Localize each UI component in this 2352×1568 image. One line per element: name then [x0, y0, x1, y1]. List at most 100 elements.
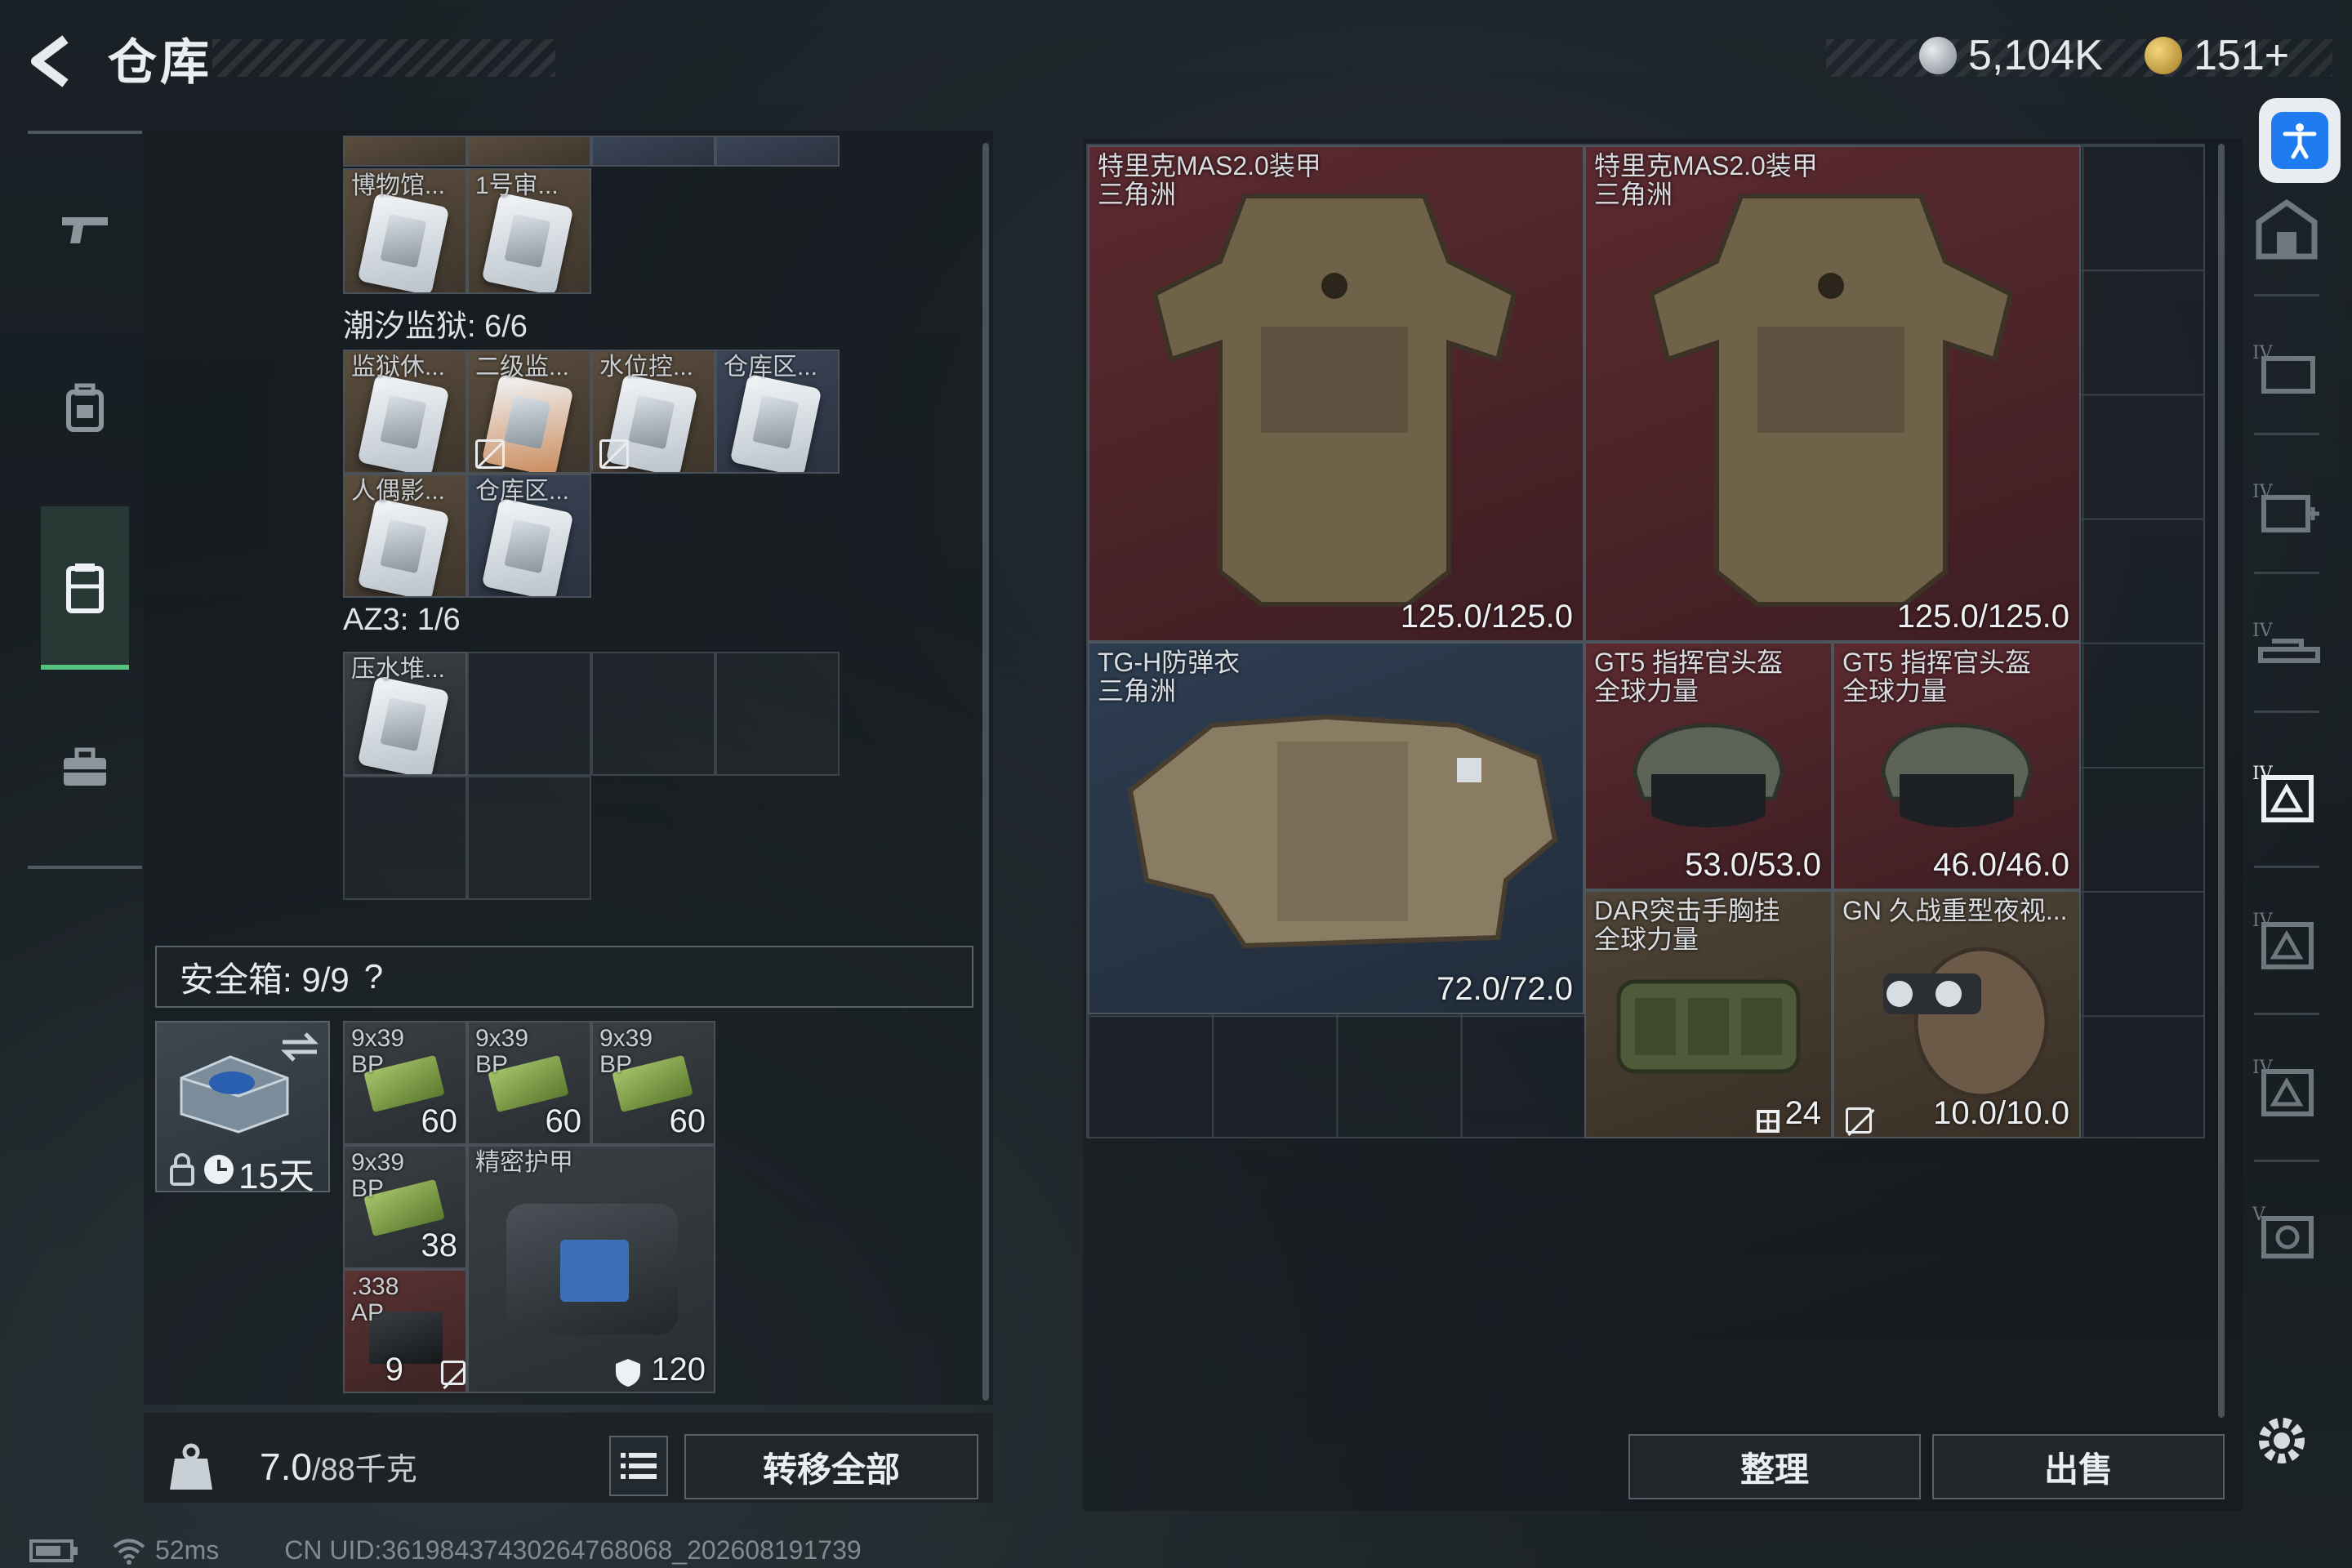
rail-divider [2254, 866, 2319, 868]
night-vision-item[interactable]: GN 久战重型夜视... 10.0/10.0 [1833, 890, 2081, 1138]
storage-tab-2-icon[interactable]: IV [2238, 457, 2336, 555]
ammo-item[interactable]: .338 AP 9 [343, 1269, 467, 1393]
storage-tab-1-icon[interactable]: IV [2238, 318, 2336, 416]
keycard-item[interactable]: 压水堆... [343, 652, 467, 776]
helmet-item[interactable]: GT5 指挥官头盔 全球力量 53.0/53.0 [1584, 642, 1833, 890]
body-armor-item[interactable]: 特里克MAS2.0装甲 三角洲 125.0/125.0 [1088, 145, 1584, 642]
sort-button[interactable]: 整理 [1628, 1434, 1921, 1499]
ammo-item[interactable]: 9x39 BP 38 [343, 1145, 467, 1269]
item-count: 60 [669, 1103, 706, 1139]
gold-currency[interactable]: 151+ [2145, 31, 2289, 80]
item-name: 特里克MAS2.0装甲 三角洲 [1594, 151, 1818, 210]
user-uid: CN UID:3619843743026476806​8_20260819173… [284, 1535, 862, 1565]
item-label: 1号审... [475, 172, 559, 199]
storage-tab-6-icon[interactable]: IV [2238, 1037, 2336, 1135]
item-durability: 53.0/53.0 [1685, 847, 1821, 883]
rail-divider [2254, 710, 2319, 713]
keycard-item[interactable]: 仓库区... [467, 474, 591, 598]
storage-tab-armor-icon[interactable]: IV [2238, 743, 2336, 841]
keycard-item[interactable]: 人偶影... [343, 474, 467, 598]
keycard-icon [357, 373, 450, 472]
no-trade-icon [475, 439, 505, 469]
keycard-item[interactable]: 仓库区... [715, 350, 840, 474]
backpack-icon[interactable] [52, 376, 118, 441]
item-name: GN 久战重型夜视... [1842, 896, 2068, 925]
helmet-item[interactable]: GT5 指挥官头盔 全球力量 46.0/46.0 [1833, 642, 2081, 890]
weight-value: 7.0 [260, 1446, 312, 1488]
page-title: 仓库 [108, 35, 212, 90]
ammo-item[interactable]: 9x39 BP 60 [467, 1021, 591, 1145]
item-count: 60 [421, 1103, 458, 1139]
top-bar: 仓库 5,104K 151+ [0, 0, 2352, 183]
gun-icon[interactable] [52, 196, 118, 261]
settings-gear-icon[interactable] [2249, 1408, 2314, 1473]
keycard-item[interactable]: 博物馆... [343, 168, 467, 294]
briefcase-icon[interactable] [52, 735, 118, 800]
storage-tab-rail: IV IV IV IV IV IV V [2238, 180, 2336, 1372]
rail-divider [2254, 433, 2319, 435]
armor-bag-icon [506, 1204, 678, 1334]
storage-scrollbar[interactable] [982, 143, 989, 1401]
body-armor-icon [1152, 194, 1517, 607]
item-slot-partial[interactable] [343, 136, 467, 167]
ammo-item[interactable]: 9x39 BP 60 [591, 1021, 715, 1145]
item-label: 二级监... [475, 354, 570, 381]
capacity-grid-icon [1757, 1110, 1780, 1133]
accessibility-icon [2271, 112, 2328, 169]
item-durability: 46.0/46.0 [1933, 847, 2069, 883]
item-label: 仓库区... [475, 478, 570, 505]
chest-rig-item[interactable]: DAR突击手胸挂 全球力量 24 [1584, 890, 1833, 1138]
body-armor-item[interactable]: 特里克MAS2.0装甲 三角洲 125.0/125.0 [1584, 145, 2081, 642]
no-trade-icon [599, 439, 629, 469]
gold-amount: 151+ [2194, 32, 2290, 79]
silver-currency: 5,104K [1919, 31, 2103, 80]
silver-coin-icon [1919, 37, 1957, 74]
rail-divider [2254, 572, 2319, 574]
ammo-item[interactable]: 9x39 BP 60 [343, 1021, 467, 1145]
nav-divider [28, 131, 142, 134]
armor-plate-item[interactable]: 精密护甲 120 [467, 1145, 715, 1393]
empty-slot[interactable] [591, 652, 715, 776]
item-label: 9x39 BP [351, 1025, 405, 1078]
help-button[interactable]: ? [364, 957, 383, 996]
item-name: GT5 指挥官头盔 全球力量 [1594, 648, 1784, 706]
empty-slot[interactable] [467, 652, 591, 776]
equipment-scrollbar[interactable] [2218, 144, 2225, 1418]
accessibility-button[interactable] [2259, 98, 2341, 183]
empty-slot[interactable] [467, 776, 591, 900]
item-slot-partial[interactable] [715, 136, 840, 167]
item-label: 监狱休... [351, 354, 446, 381]
back-arrow-icon[interactable] [24, 33, 82, 90]
storage-tab-5-icon[interactable]: IV [2238, 890, 2336, 988]
vest-icon[interactable] [52, 555, 118, 621]
safe-box-header: 安全箱: 9/9 ? [155, 946, 973, 1008]
empty-slot[interactable] [343, 776, 467, 900]
item-capacity: 24 [1784, 1095, 1822, 1131]
warehouse-icon[interactable] [2238, 180, 2336, 278]
empty-slot[interactable] [715, 652, 840, 776]
transfer-all-button[interactable]: 转移全部 [684, 1434, 978, 1499]
swap-icon[interactable] [279, 1031, 320, 1063]
keycard-item[interactable]: 水位控... [591, 350, 715, 474]
item-slot-partial[interactable] [591, 136, 715, 167]
keycard-icon [357, 675, 450, 774]
keycard-item[interactable]: 1号审... [467, 168, 591, 294]
body-armor-icon [1648, 194, 2014, 607]
keycard-icon [481, 497, 574, 596]
storage-tab-3-icon[interactable]: IV [2238, 596, 2336, 694]
battery-icon [29, 1539, 78, 1562]
item-slot-partial[interactable] [467, 136, 591, 167]
storage-tab-7-icon[interactable]: V [2238, 1184, 2336, 1282]
item-label: 压水堆... [351, 656, 446, 683]
item-label: .338 AP [351, 1273, 399, 1326]
item-label: 博物馆... [351, 172, 446, 199]
gold-coin-icon [2145, 37, 2182, 74]
keycard-item[interactable]: 二级监... [467, 350, 591, 474]
safe-box-container[interactable]: 15天 [155, 1021, 330, 1196]
body-armor-item[interactable]: TG-H防弹衣 三角洲 72.0/72.0 [1088, 642, 1584, 1014]
keycard-item[interactable]: 监狱休... [343, 350, 467, 474]
shield-icon [616, 1359, 640, 1387]
sell-button[interactable]: 出售 [1932, 1434, 2225, 1499]
wifi-icon [113, 1539, 145, 1565]
list-view-button[interactable] [609, 1436, 668, 1496]
